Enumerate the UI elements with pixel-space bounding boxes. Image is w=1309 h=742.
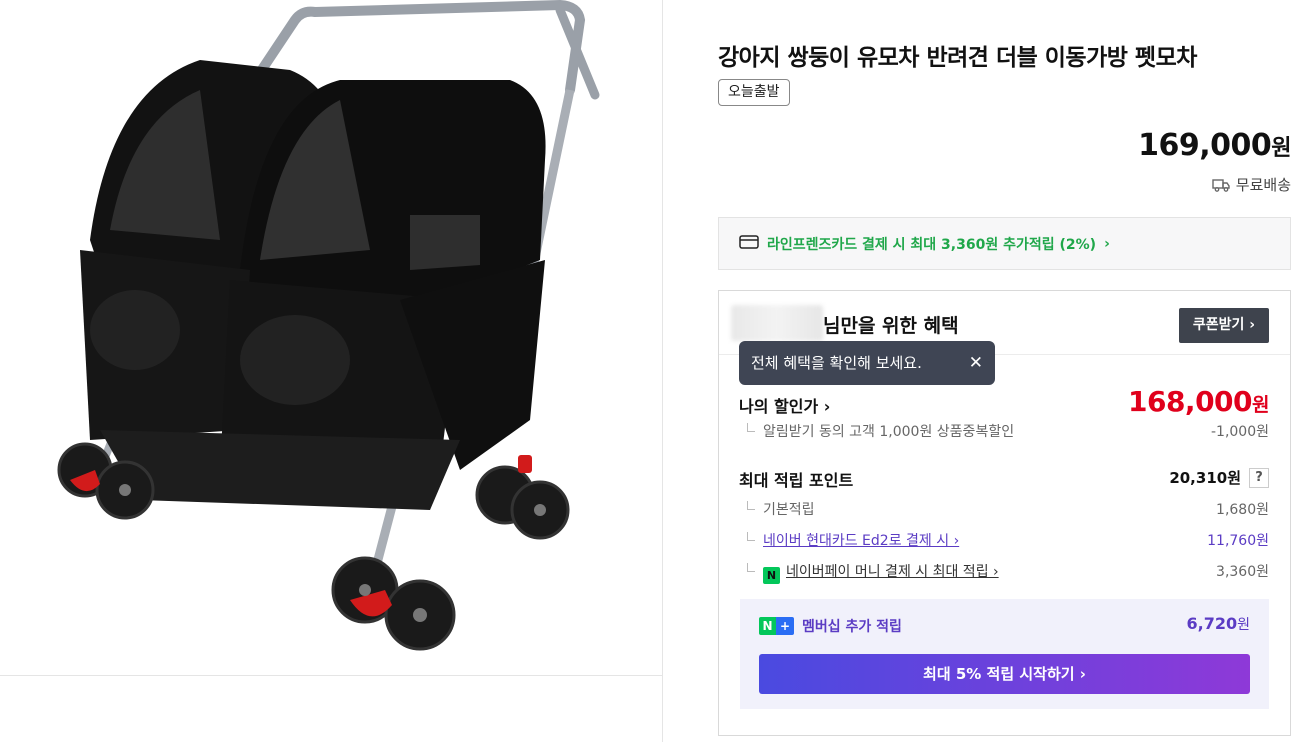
tooltip-text: 전체 혜택을 확인해 보세요. [751,354,922,372]
shipping-text: 무료배송 [1235,176,1291,194]
card-promo-text: 라인프렌즈카드 결제 시 최대 3,360원 추가적립 (2%) [767,236,1097,253]
naver-plus-plus: + [776,617,794,635]
naverpay-money-link-text[interactable]: 네이버페이 머니 결제 시 최대 적립 › [786,564,999,580]
max-points-amount: 20,310원 [1169,469,1241,487]
discount-item-value: -1,000원 [1210,424,1269,440]
membership-points-unit: 원 [1237,617,1250,633]
benefit-title: 님만을 위한 혜택 [823,315,959,337]
truck-icon [1212,178,1230,192]
help-question-button[interactable]: ? [1249,467,1269,488]
my-discount-price-unit: 원 [1252,394,1269,416]
max-points-value: 20,310원 ? [1169,467,1269,488]
product-title: 강아지 쌍둥이 유모차 반려견 더블 이동가방 펫모차 [718,45,1197,71]
benefit-box: 님만을 위한 혜택 쿠폰받기 › 전체 혜택을 확인해 보세요. ✕ 나의 할인… [718,290,1291,736]
naver-hyundai-card-points-link[interactable]: 네이버 현대카드 Ed2로 결제 시 › [739,530,959,550]
membership-label: N + 멤버십 추가 적립 [759,616,902,636]
naver-hyundai-card-points-value: 11,760원 [1207,533,1269,549]
point-item-row: 기본적립 1,680원 [739,499,1269,519]
naverpay-money-points-link[interactable]: N 네이버페이 머니 결제 시 최대 적립 › [739,561,999,584]
membership-points-value: 6,720 [1186,614,1238,633]
my-discount-price-link[interactable]: 나의 할인가 › [739,393,830,417]
credit-card-icon [739,234,759,253]
shipping-info: 무료배송 [1212,174,1291,195]
product-price-unit: 원 [1271,136,1291,161]
max-points-row: 최대 적립 포인트 20,310원 ? [739,467,1269,491]
card-promo-banner[interactable]: 라인프렌즈카드 결제 시 최대 3,360원 추가적립 (2%) › [718,217,1291,270]
membership-points: 6,720원 [1187,614,1251,634]
start-points-button[interactable]: 최대 5% 적립 시작하기 › [759,654,1250,694]
product-image-panel: BEBE WORLD [0,0,663,742]
point-item-row: 네이버 현대카드 Ed2로 결제 시 › 11,760원 [739,530,1269,550]
point-item-row: N 네이버페이 머니 결제 시 최대 적립 › 3,360원 [739,561,1269,584]
product-image-stroller[interactable]: BEBE WORLD [40,0,620,672]
benefit-tooltip: 전체 혜택을 확인해 보세요. ✕ [739,341,995,385]
membership-box: N + 멤버십 추가 적립 6,720원 최대 5% 적립 시작하기 › [740,599,1269,709]
naverpay-money-points-value: 3,360원 [1216,564,1269,580]
discount-item-row: 알림받기 동의 고객 1,000원 상품중복할인 -1,000원 [739,421,1269,441]
image-panel-divider [0,675,663,676]
product-price-value: 169,000 [1138,128,1272,163]
product-price: 169,000원 [1138,128,1291,163]
naver-hyundai-card-link-text[interactable]: 네이버 현대카드 Ed2로 결제 시 › [763,533,959,549]
blurred-user-name [731,305,823,341]
get-coupon-button[interactable]: 쿠폰받기 › [1178,308,1269,343]
discount-item-label: 알림받기 동의 고객 1,000원 상품중복할인 [739,421,1014,441]
naverpay-icon: N [763,567,780,584]
basic-points-value: 1,680원 [1216,502,1269,518]
naver-plus-n: N [759,617,776,635]
product-info-panel: 강아지 쌍둥이 유모차 반려견 더블 이동가방 펫모차 오늘출발 169,000… [718,0,1291,742]
basic-points-label: 기본적립 [739,499,815,519]
today-shipping-badge: 오늘출발 [718,79,790,106]
close-icon[interactable]: ✕ [969,341,983,385]
my-discount-price: 168,000원 [1127,385,1270,418]
my-discount-price-value: 168,000 [1127,385,1253,418]
naver-plus-icon: N + [759,617,794,635]
chevron-right-icon: › [1104,235,1110,252]
max-points-label: 최대 적립 포인트 [739,471,854,490]
my-discount-price-row: 나의 할인가 › 168,000원 [739,385,1269,419]
membership-label-text: 멤버십 추가 적립 [802,619,902,635]
